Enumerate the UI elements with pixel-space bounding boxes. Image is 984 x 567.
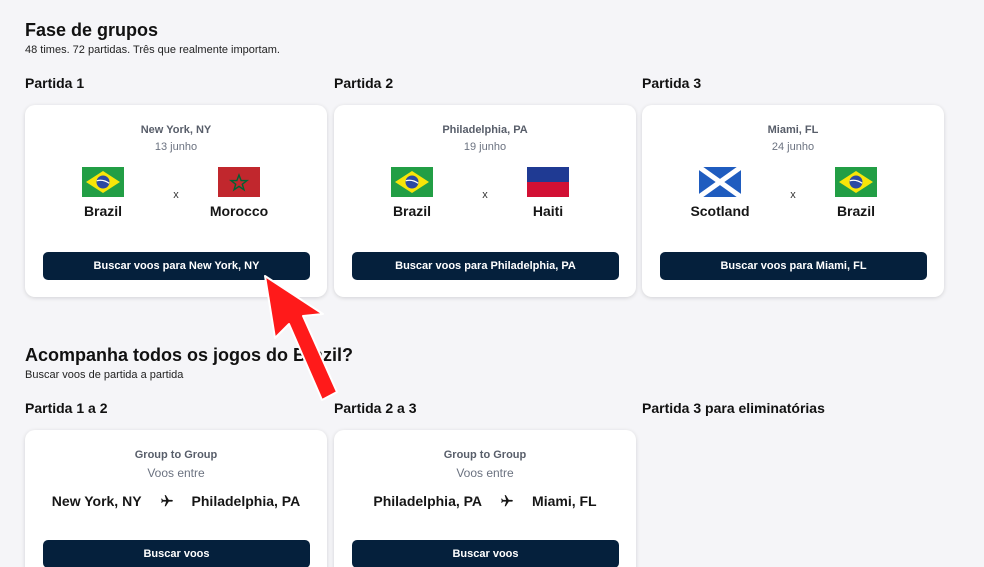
team-name: Haiti: [532, 203, 564, 219]
brazil-flag-icon: [835, 167, 877, 197]
route-2-label: Partida 2 a 3: [334, 400, 417, 416]
route-cities: New York, NY Philadelphia, PA: [25, 493, 327, 509]
match-date: 13 junho: [154, 141, 198, 153]
route-from: New York, NY: [51, 493, 142, 509]
team-name: Brazil: [392, 203, 432, 219]
route-cities: Philadelphia, PA Miami, FL: [334, 493, 636, 509]
route-from: Philadelphia, PA: [373, 493, 483, 509]
route-title: Group to Group: [443, 449, 527, 461]
away-team: Morocco: [189, 167, 289, 219]
route-to: Philadelphia, PA: [191, 493, 301, 509]
morocco-flag-icon: [218, 167, 260, 197]
match-date: 19 junho: [463, 141, 507, 153]
match-3-label: Partida 3: [642, 75, 702, 91]
search-flights-button[interactable]: Buscar voos: [43, 540, 310, 567]
airplane-icon: [160, 495, 173, 507]
match-city: Philadelphia, PA: [442, 124, 528, 136]
match-card-2: Philadelphia, PA 19 junho Brazil x Haiti…: [334, 105, 636, 297]
team-name: Brazil: [836, 203, 876, 219]
airplane-icon: [501, 495, 513, 507]
route-3-label: Partida 3 para eliminatórias: [642, 400, 825, 416]
match-card-3: Miami, FL 24 junho Scotland x Brazil Bus…: [642, 105, 944, 297]
haiti-flag-icon: [527, 167, 569, 197]
route-1-label: Partida 1 a 2: [25, 400, 108, 416]
route-card-1: Group to Group Voos entre New York, NY P…: [25, 430, 327, 567]
team-name: Morocco: [209, 203, 269, 219]
route-subtitle: Voos entre: [456, 466, 514, 480]
match-city: New York, NY: [140, 124, 212, 136]
route-card-2: Group to Group Voos entre Philadelphia, …: [334, 430, 636, 567]
search-flights-button[interactable]: Buscar voos para Philadelphia, PA: [352, 252, 619, 280]
match-date: 24 junho: [771, 141, 815, 153]
search-flights-button[interactable]: Buscar voos para Miami, FL: [660, 252, 927, 280]
annotation-arrow-icon: [264, 275, 338, 401]
match-card-1: New York, NY 13 junho Brazil x Morocco B…: [25, 105, 327, 297]
team-name: Scotland: [690, 203, 750, 219]
route-subtitle: Voos entre: [147, 466, 205, 480]
section-subtitle-group-stage: 48 times. 72 partidas. Três que realment…: [25, 44, 280, 56]
match-2-label: Partida 2: [334, 75, 394, 91]
match-1-label: Partida 1: [25, 75, 85, 91]
team-name: Brazil: [83, 203, 123, 219]
section-subtitle-follow: Buscar voos de partida a partida: [25, 369, 184, 381]
section-title-group-stage: Fase de grupos: [25, 20, 159, 40]
search-flights-button[interactable]: Buscar voos: [352, 540, 619, 567]
away-team: Brazil: [806, 167, 906, 219]
match-city: Miami, FL: [767, 124, 819, 136]
route-to: Miami, FL: [532, 493, 597, 509]
away-team: Haiti: [498, 167, 598, 219]
route-title: Group to Group: [134, 449, 218, 461]
